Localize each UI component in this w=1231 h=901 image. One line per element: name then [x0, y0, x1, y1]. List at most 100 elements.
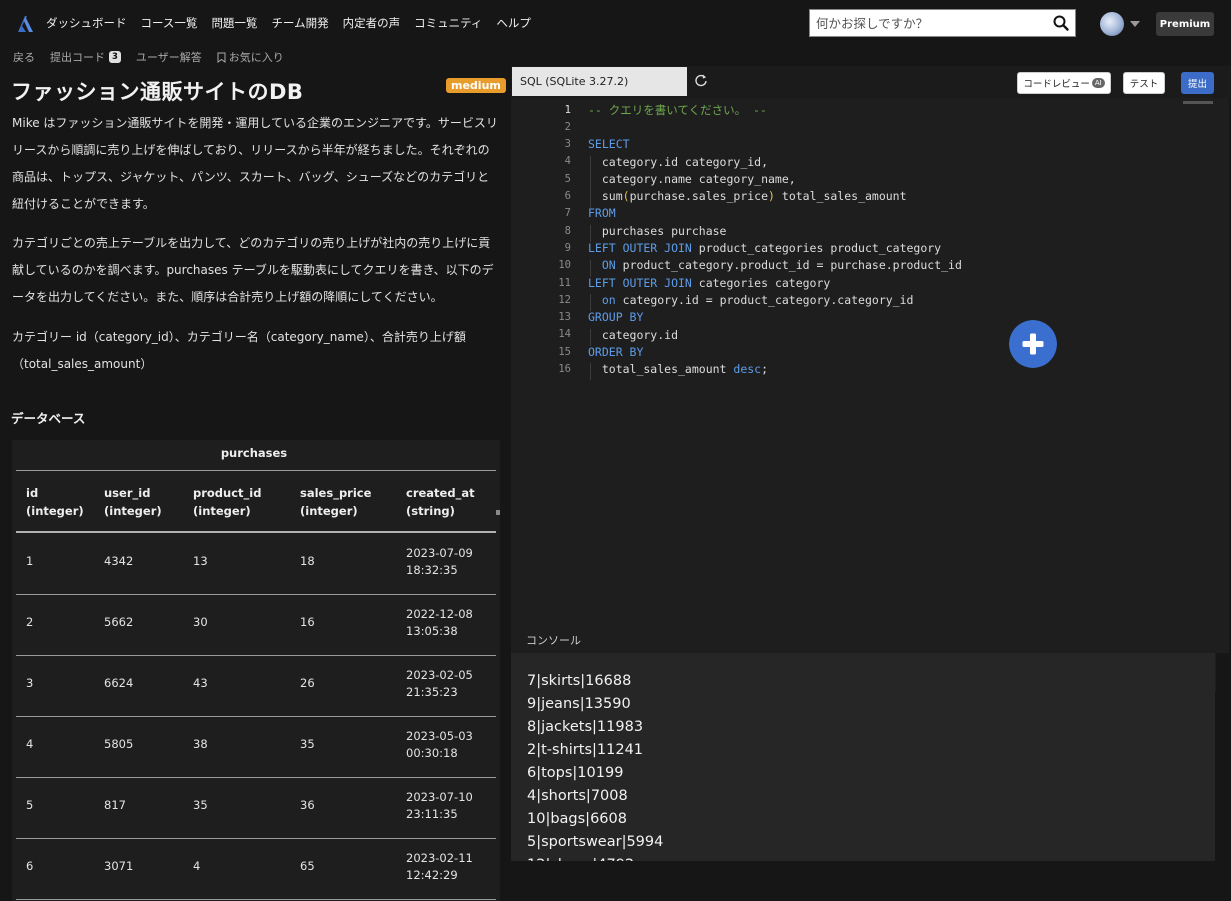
console-line: 6|tops|10199: [527, 765, 624, 781]
row-divider: [16, 716, 496, 717]
column-name: sales_price: [300, 486, 372, 500]
ai-badge: AI: [1091, 78, 1105, 88]
code-line-7: FROM: [588, 206, 616, 221]
code-line-13: GROUP BY: [588, 310, 644, 325]
divider: [16, 531, 496, 533]
nav-problems[interactable]: 問題一覧: [211, 15, 257, 31]
cell-user-id: 817: [104, 798, 126, 812]
cell-created-at-time: 18:32:35: [406, 563, 458, 577]
cell-product-id: 43: [193, 676, 208, 690]
cell-id: 3: [26, 676, 34, 690]
row-divider: [16, 899, 496, 900]
code-line-6: sum(purchase.sales_price) total_sales_am…: [588, 189, 907, 204]
code-review-button[interactable]: コードレビュー AI: [1017, 72, 1111, 94]
row-divider: [16, 838, 496, 839]
console-line: 9|jeans|13590: [527, 696, 631, 712]
line-number: 14: [558, 328, 571, 341]
submitted-count-badge: 3: [109, 51, 121, 63]
code-line-4: category.id category_id,: [588, 154, 769, 169]
submitted-code-link[interactable]: 提出コード 3: [50, 49, 121, 65]
cell-created-at-time: 23:11:35: [406, 807, 458, 821]
console-output: 7|skirts|16688 9|jeans|13590 8|jackets|119…: [511, 653, 1215, 861]
column-type: (integer): [104, 504, 162, 518]
problem-panel: ファッション通販サイトのDB medium Mike はファッション通販サイトを…: [0, 66, 506, 901]
cell-created-at-time: 13:05:38: [406, 624, 458, 638]
console-label: コンソール: [526, 634, 581, 647]
code-line-9: LEFT OUTER JOIN product_categories produ…: [588, 241, 942, 255]
code-line-11: LEFT OUTER JOIN categories category: [588, 275, 831, 290]
divider: [16, 470, 496, 471]
line-number: 9: [564, 241, 571, 254]
favorite-label: お気に入り: [228, 51, 284, 64]
code-line-12: on category.id = product_category.catego…: [601, 292, 914, 307]
line-number: 10: [558, 259, 571, 272]
add-button[interactable]: [1009, 320, 1057, 368]
cell-created-at-time: 00:30:18: [406, 746, 458, 760]
column-name: created_at: [406, 486, 475, 500]
code-line-10: ON product_category.product_id = purchas…: [601, 258, 962, 273]
cell-user-id: 3071: [104, 859, 134, 873]
test-button[interactable]: テスト: [1123, 72, 1165, 94]
search-icon[interactable]: [1051, 13, 1071, 33]
code-review-label: コードレビュー: [1023, 79, 1090, 90]
column-header-user-id: user_id (integer): [104, 484, 162, 520]
console-line: 8|jackets|11983: [527, 719, 644, 735]
console-line: 12|shoes|4792: [527, 854, 634, 861]
submit-button[interactable]: 提出: [1181, 72, 1214, 94]
column-header-id: id (integer): [26, 484, 84, 520]
nav-dashboard[interactable]: ダッシュボード: [46, 15, 127, 31]
scrollbar[interactable]: [496, 510, 500, 515]
language-selector[interactable]: SQL (SQLite 3.27.2): [512, 67, 687, 96]
cell-sales-price: 36: [300, 798, 315, 812]
search-input[interactable]: [810, 10, 1051, 36]
cell-created-at-date: 2022-12-08: [406, 607, 473, 621]
editor-scrollbar[interactable]: [1183, 101, 1213, 104]
cell-user-id: 6624: [104, 676, 134, 690]
row-divider: [16, 594, 496, 595]
problem-paragraph-1: Mike はファッション通販サイトを開発・運用している企業のエンジニアです。サー…: [12, 116, 498, 211]
column-type: (integer): [26, 504, 84, 518]
cell-user-id: 5805: [104, 737, 134, 751]
cell-product-id: 35: [193, 798, 208, 812]
code-line-1: -- クエリを書いてください。 --: [588, 102, 767, 117]
cell-id: 1: [26, 554, 34, 568]
code-line-3: SELECT: [588, 137, 630, 151]
submitted-code-label: 提出コード: [50, 51, 105, 64]
reload-icon[interactable]: [694, 73, 708, 87]
row-divider: [16, 777, 496, 778]
user-answers-link[interactable]: ユーザー解答: [136, 49, 202, 65]
code-line-14: category.id: [588, 327, 679, 342]
table-title: purchases: [220, 446, 288, 460]
cell-sales-price: 18: [300, 554, 315, 568]
code-line-15: ORDER BY: [588, 344, 644, 359]
column-name: id: [26, 486, 39, 500]
line-number: 1: [564, 103, 571, 116]
line-number: 2: [564, 120, 571, 133]
avatar[interactable]: [1100, 12, 1124, 36]
editor-toolbar: SQL (SQLite 3.27.2) コードレビュー AI テスト 提出: [511, 66, 1231, 98]
line-number: 7: [564, 207, 571, 220]
cell-created-at-date: 2023-02-11: [406, 851, 473, 865]
nav-help[interactable]: ヘルプ: [496, 15, 531, 31]
purchases-table: purchases id (integer) user_id (integer)…: [12, 440, 500, 901]
premium-button[interactable]: Premium: [1156, 12, 1214, 36]
nav-team-dev[interactable]: チーム開発: [271, 15, 328, 31]
database-heading: データベース: [11, 411, 86, 426]
bookmark-icon: [217, 52, 226, 63]
back-link[interactable]: 戻る: [13, 49, 35, 65]
favorite-link[interactable]: お気に入り: [217, 49, 284, 65]
nav-community[interactable]: コミュニティ: [414, 15, 482, 31]
column-name: product_id: [193, 486, 262, 500]
nav-courses[interactable]: コース一覧: [141, 15, 198, 31]
logo-icon[interactable]: [14, 12, 36, 34]
cell-product-id: 4: [193, 859, 201, 873]
code-editor[interactable]: 1 2 3 4 5 6 7 8 9 10 11 12 13 14 15 16 -- クエリを書いてください。 …: [511, 98, 1229, 692]
cell-sales-price: 26: [300, 676, 315, 690]
cell-product-id: 13: [193, 554, 208, 568]
editor-panel: SQL (SQLite 3.27.2) コードレビュー AI テスト 提出 12…: [511, 66, 1231, 901]
nav-testimonials[interactable]: 内定者の声: [343, 15, 401, 31]
code-line-16: total_sales_amount desc;: [588, 362, 769, 377]
chevron-down-icon[interactable]: [1130, 21, 1140, 27]
cell-user-id: 4342: [104, 554, 134, 568]
cell-id: 5: [26, 798, 34, 812]
